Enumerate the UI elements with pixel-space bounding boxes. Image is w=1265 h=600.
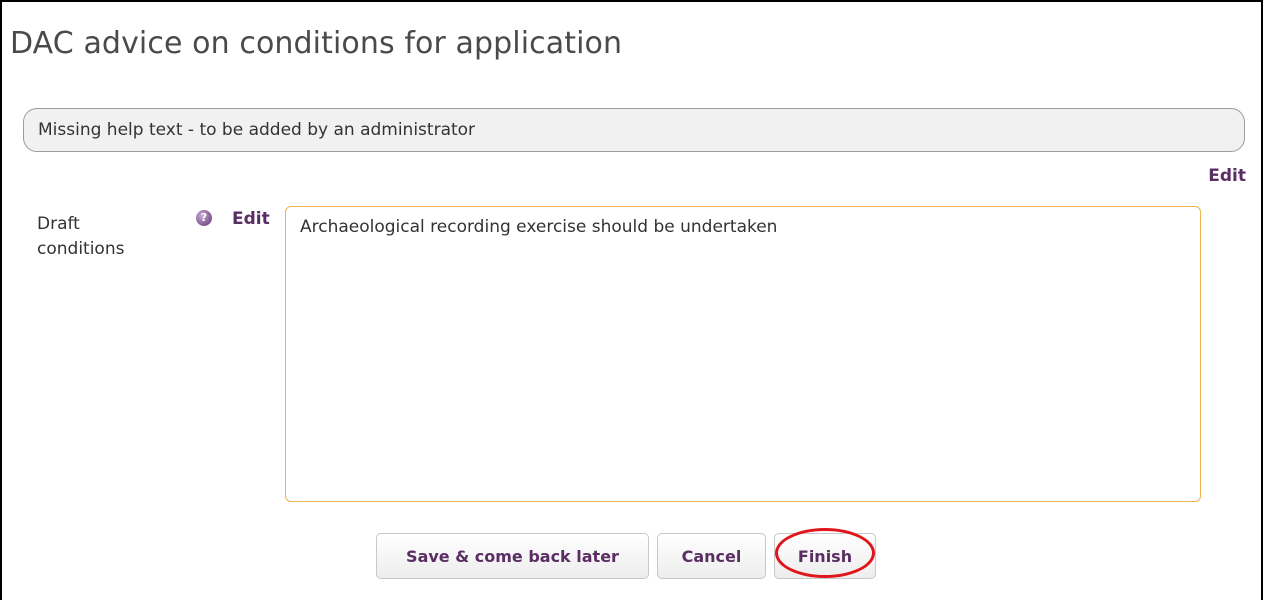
help-text-box: Missing help text - to be added by an ad… <box>23 108 1245 152</box>
field-edit-link[interactable]: Edit <box>232 209 270 229</box>
help-text: Missing help text - to be added by an ad… <box>38 120 476 140</box>
page-title: DAC advice on conditions for application <box>10 26 623 61</box>
help-edit-link[interactable]: Edit <box>1208 166 1246 186</box>
finish-button[interactable]: Finish <box>774 533 876 579</box>
help-icon[interactable]: ? <box>196 210 212 226</box>
cancel-button[interactable]: Cancel <box>657 533 766 579</box>
draft-conditions-textarea[interactable] <box>285 206 1201 502</box>
draft-conditions-label: Draft conditions <box>37 214 125 259</box>
save-and-come-back-later-button[interactable]: Save & come back later <box>376 533 649 579</box>
